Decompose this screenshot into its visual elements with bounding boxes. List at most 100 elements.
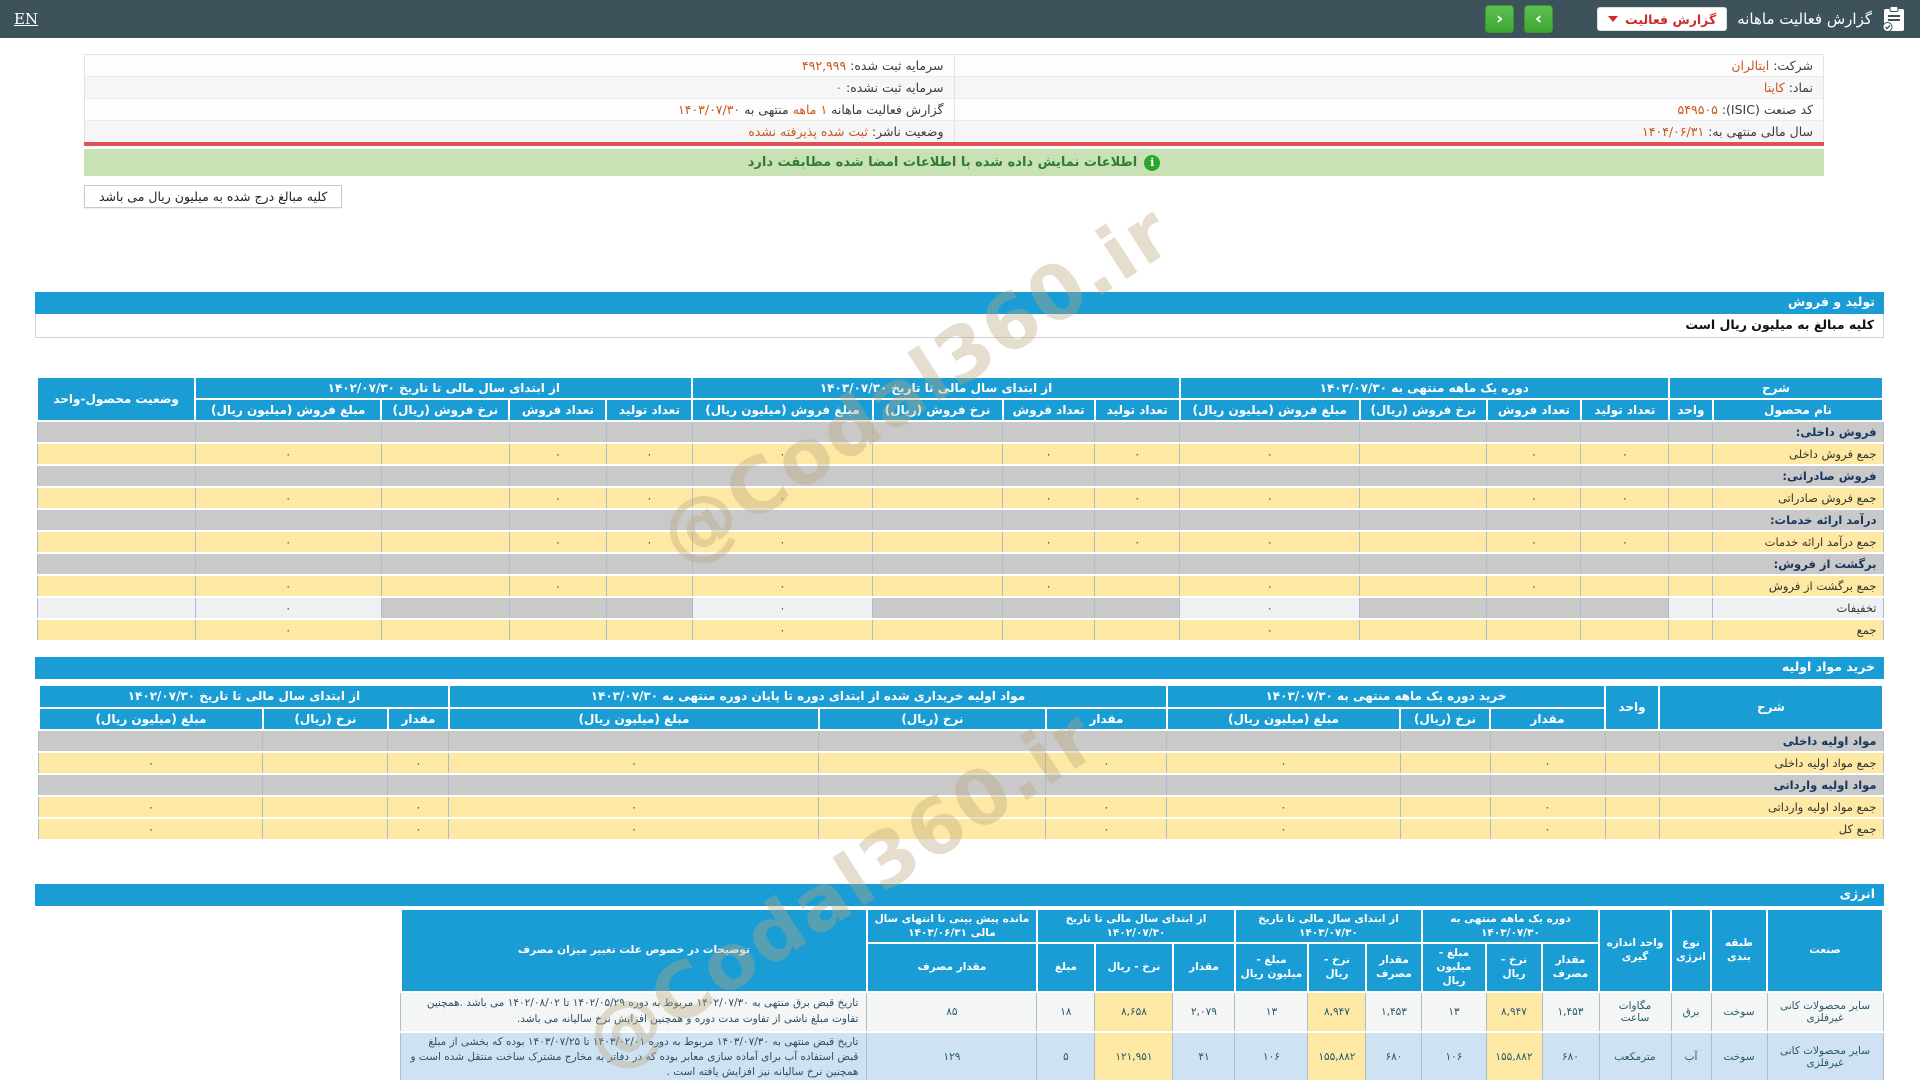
data-cell: ۰: [692, 575, 872, 597]
header-row: صنعتطبقه بندینوع انرژیواحد اندازه گیریدو…: [401, 909, 1883, 943]
data-cell: ۰: [1003, 443, 1095, 465]
next-report-button[interactable]: ›: [1524, 5, 1553, 33]
data-cell: [39, 774, 263, 796]
language-switch-en[interactable]: EN: [14, 10, 38, 28]
data-cell: سایر محصولات کانی غیرفلزی: [1767, 1032, 1883, 1080]
data-cell: ۰: [1180, 443, 1360, 465]
row-name-cell: جمع: [1713, 619, 1883, 641]
column-header: مبلغ فروش (میلیون ریال): [1180, 399, 1360, 421]
data-cell: ۰: [1581, 487, 1669, 509]
sum-row-sales-returns: جمع برگشت از فروش۰۰۰۰۰۰: [37, 575, 1883, 597]
data-cell: [1669, 575, 1713, 597]
data-cell: ۱,۴۵۳: [1542, 992, 1599, 1032]
data-cell: ۰: [1095, 487, 1180, 509]
data-cell: [1487, 509, 1581, 531]
data-cell: [819, 752, 1046, 774]
column-header: نرخ - ریال: [1308, 943, 1366, 992]
data-cell: ۰: [388, 796, 449, 818]
data-cell: ۰: [692, 619, 872, 641]
previous-report-button[interactable]: ‹: [1485, 5, 1514, 33]
data-cell: [1003, 619, 1095, 641]
data-cell: [873, 421, 1003, 443]
data-cell: [1360, 443, 1487, 465]
issuer-status-field: وضعیت ناشر: ثبت شده پذیرفته نشده: [85, 121, 955, 145]
data-cell: [195, 553, 381, 575]
data-cell: [1360, 509, 1487, 531]
category-cell: مواد اولیه داخلی: [1659, 730, 1883, 752]
data-cell: ۰: [195, 443, 381, 465]
category-cell: مواد اولیه وارداتی: [1659, 774, 1883, 796]
data-cell: [1581, 575, 1669, 597]
data-cell: [819, 796, 1046, 818]
data-cell: ۰: [692, 487, 872, 509]
report-period-field: گزارش فعالیت ماهانه ۱ ماهه منتهی به ۱۴۰۳…: [85, 99, 955, 121]
data-cell: ۰: [1487, 575, 1581, 597]
data-cell: ۰: [1490, 752, 1605, 774]
data-cell: [1487, 421, 1581, 443]
data-cell: [692, 421, 872, 443]
report-type-dropdown[interactable]: گزارش فعالیت: [1597, 7, 1727, 31]
data-cell: [37, 443, 195, 465]
data-cell: ۰: [39, 752, 263, 774]
data-cell: [819, 774, 1046, 796]
column-header: مقدار: [1046, 708, 1167, 730]
data-cell: ۰: [692, 597, 872, 619]
symbol-field: نماد: کایتا: [954, 77, 1824, 99]
data-cell: [1180, 421, 1360, 443]
production-subtitle: کلیه مبالغ به میلیون ریال است: [35, 314, 1884, 338]
column-header: نرخ (ریال): [819, 708, 1046, 730]
top-bar: گزارش فعالیت ماهانه گزارش فعالیت › ‹ EN: [0, 0, 1920, 38]
data-cell: [1581, 553, 1669, 575]
data-cell: [263, 796, 388, 818]
data-cell: ۰: [509, 487, 606, 509]
data-cell: ۰: [1490, 796, 1605, 818]
data-cell: [1669, 421, 1713, 443]
data-cell: [1360, 553, 1487, 575]
data-cell: سوخت: [1711, 1032, 1767, 1080]
data-cell: ۰: [449, 796, 819, 818]
data-cell: [1400, 752, 1490, 774]
data-cell: [1605, 730, 1659, 752]
data-cell: ۰: [1167, 796, 1400, 818]
data-cell: [606, 465, 692, 487]
sum-row-domestic-sales: جمع فروش داخلی۰۰۰۰۰۰۰۰۰: [37, 443, 1883, 465]
data-cell: [449, 774, 819, 796]
data-cell: [1360, 531, 1487, 553]
data-cell: ۶۸۰: [1542, 1032, 1599, 1080]
isic-value: ۵۴۹۵۰۵: [1678, 102, 1718, 117]
data-cell: [1003, 509, 1095, 531]
data-cell: ۰: [509, 531, 606, 553]
data-cell: [1180, 465, 1360, 487]
data-cell: آب: [1671, 1032, 1711, 1080]
data-cell: [1581, 421, 1669, 443]
data-cell: [1360, 487, 1487, 509]
row-name-cell: تخفیفات: [1713, 597, 1883, 619]
row-grand-total: جمع۰۰۰: [37, 619, 1883, 641]
category-row-domestic-sales: فروش داخلی:: [37, 421, 1883, 443]
data-cell: [381, 531, 509, 553]
column-header: مقدار مصرف: [1366, 943, 1422, 992]
data-cell: ۰: [39, 796, 263, 818]
data-cell: تاریخ قبض برق منتهی به ۱۴۰۲/۰۷/۳۰ مربوط …: [401, 992, 867, 1032]
data-cell: مگاوات ساعت: [1599, 992, 1671, 1032]
data-cell: [1180, 553, 1360, 575]
data-cell: ۰: [195, 575, 381, 597]
data-cell: تاریخ قبض منتهی به ۱۴۰۳/۰۷/۳۰ مربوط به د…: [401, 1032, 867, 1080]
data-cell: ۰: [1180, 531, 1360, 553]
column-header: توضیحات در خصوص علت تغییر میزان مصرف: [401, 909, 867, 992]
data-cell: [1360, 575, 1487, 597]
data-cell: [37, 421, 195, 443]
data-cell: [388, 774, 449, 796]
data-cell: [819, 818, 1046, 840]
energy-table: صنعتطبقه بندینوع انرژیواحد اندازه گیریدو…: [400, 908, 1884, 1080]
data-cell: [37, 597, 195, 619]
data-cell: [1581, 509, 1669, 531]
data-cell: برق: [1671, 992, 1711, 1032]
registered-capital-field: سرمایه ثبت شده: ۴۹۲,۹۹۹: [85, 55, 955, 77]
data-cell: [37, 531, 195, 553]
column-header: نرخ فروش (ریال): [1360, 399, 1487, 421]
data-cell: ۰: [1487, 531, 1581, 553]
data-cell: [1605, 774, 1659, 796]
data-cell: [1400, 774, 1490, 796]
data-cell: ۰: [1167, 752, 1400, 774]
